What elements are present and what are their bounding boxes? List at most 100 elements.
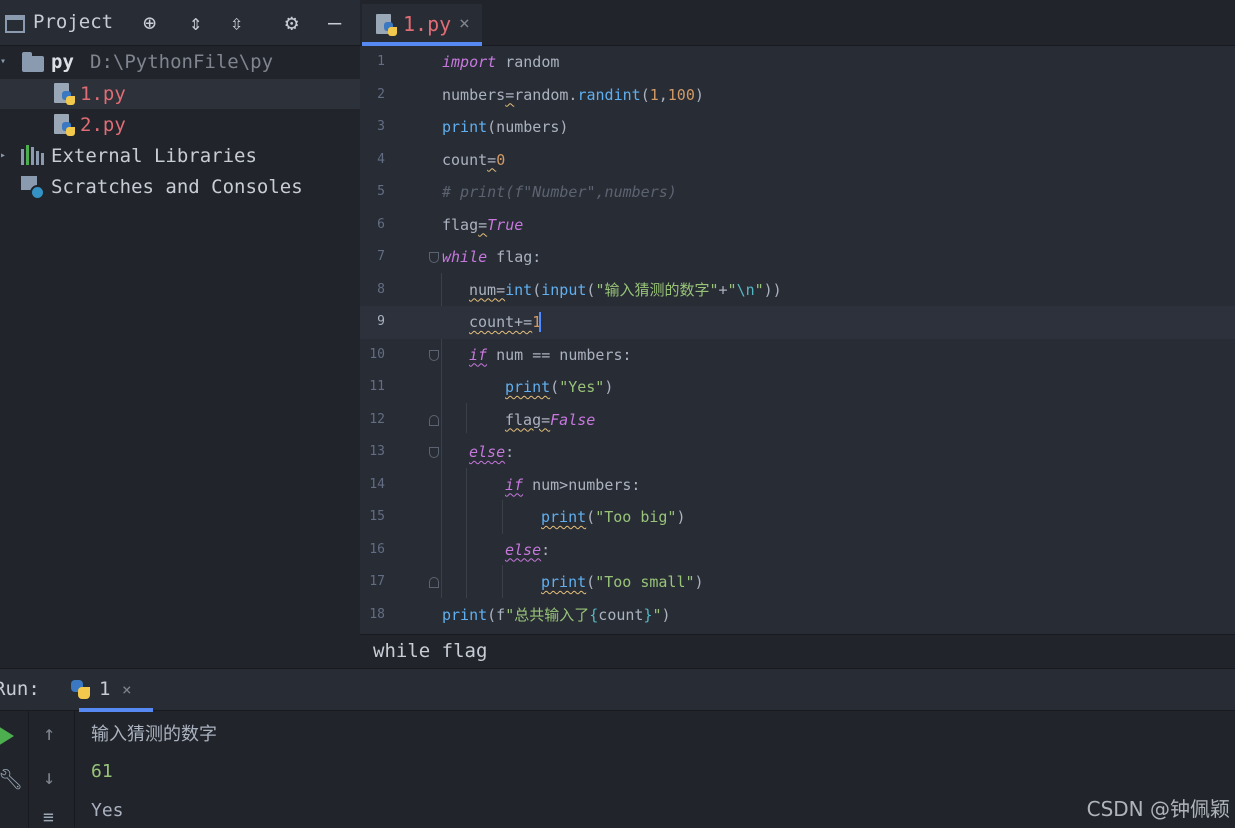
line-number: 8 (377, 281, 385, 297)
code-line[interactable]: 17 print("Too small") (360, 566, 1235, 599)
line-number: 15 (369, 509, 385, 524)
scratches-label: Scratches and Consoles (51, 176, 303, 198)
code-comment: # print(f"Number",numbers) (442, 183, 677, 201)
code-text: num=int(input("输入猜测的数字"+"\n")) (469, 280, 782, 299)
minimize-icon[interactable]: — (328, 11, 341, 37)
run-toolbar-secondary: ↑ ↓ ≡ (29, 711, 75, 828)
code-line[interactable]: 6 flag=True (360, 209, 1235, 242)
tree-item-root-folder[interactable]: ▾ py D:\PythonFile\py (0, 47, 360, 77)
breadcrumb-bar: while flag (360, 634, 1235, 668)
close-icon[interactable]: × (459, 13, 470, 34)
line-number: 7 (377, 249, 385, 264)
scratches-icon (21, 176, 45, 200)
line-number: 1 (377, 54, 385, 69)
fold-end-marker-icon[interactable] (429, 577, 439, 588)
down-arrow-icon[interactable]: ↓ (43, 765, 55, 789)
code-line[interactable]: 1 import random (360, 46, 1235, 79)
run-header: Run: 1 × (0, 669, 1235, 712)
root-folder-name: py (51, 51, 74, 73)
tree-item-external-libraries[interactable]: ▸ External Libraries (0, 141, 360, 171)
run-play-icon[interactable] (0, 726, 14, 746)
code-text: count+=1 (469, 313, 542, 331)
code-text: print("Too big") (541, 508, 686, 526)
code-line[interactable]: 7 while flag: (360, 241, 1235, 274)
breadcrumb[interactable]: while flag (373, 640, 487, 662)
line-number: 3 (377, 119, 385, 134)
code-line[interactable]: 16 else: (360, 534, 1235, 567)
code-line[interactable]: 4 count=0 (360, 144, 1235, 177)
expand-arrow-icon[interactable]: ▾ (0, 47, 6, 77)
line-number: 10 (369, 346, 385, 362)
code-text: print("Yes") (505, 378, 614, 396)
run-tab-label: 1 (99, 678, 111, 700)
project-header: Project ⊕ ⇕ ⇳ ⚙ — (0, 0, 360, 46)
code-line[interactable]: 14 if num>numbers: (360, 469, 1235, 502)
console-line: 输入猜测的数字 (91, 724, 217, 745)
collapse-all-icon[interactable]: ⇳ (230, 11, 243, 37)
code-line[interactable]: 12 flag=False (360, 404, 1235, 437)
python-icon (71, 680, 91, 700)
console-line: Yes (91, 800, 124, 821)
line-number: 9 (377, 314, 385, 329)
code-text: else: (505, 540, 551, 559)
code-line[interactable]: 8 num=int(input("输入猜测的数字"+"\n")) (360, 274, 1235, 307)
line-number: 11 (369, 379, 385, 394)
folder-icon (22, 52, 44, 72)
run-tab-1[interactable]: 1 × (67, 669, 153, 712)
project-window-icon[interactable] (5, 15, 25, 33)
code-line-current[interactable]: 9 count+=1 (360, 306, 1235, 339)
line-number: 18 (369, 606, 385, 622)
soft-wrap-icon[interactable]: ≡ (43, 807, 54, 828)
code-text: flag=True (442, 215, 524, 234)
code-text: print(f"总共输入了{count}") (442, 605, 671, 624)
line-number: 13 (369, 444, 385, 459)
line-number: 17 (369, 574, 385, 589)
editor-tab-bar: 1.py × (360, 0, 1235, 46)
tree-item-file-2[interactable]: 2.py (0, 110, 360, 140)
editor-tab-1-py[interactable]: 1.py × (362, 4, 482, 46)
fold-marker-icon[interactable] (429, 447, 439, 458)
root-folder-path: D:\PythonFile\py (90, 51, 274, 73)
active-run-tab-indicator (79, 708, 153, 712)
project-tool-window: Project ⊕ ⇕ ⇳ ⚙ — ▾ py D:\PythonFile\py … (0, 0, 360, 668)
code-line[interactable]: 10 if num == numbers: (360, 339, 1235, 372)
run-toolbar: 🔧︎ (0, 711, 29, 828)
code-line[interactable]: 11 print("Yes") (360, 371, 1235, 404)
editor-area: 1.py × 1 import random 2 numbers=random.… (360, 0, 1235, 668)
expand-all-icon[interactable]: ⇕ (189, 11, 202, 37)
close-icon[interactable]: × (122, 680, 132, 699)
code-line[interactable]: 5 # print(f"Number",numbers) (360, 176, 1235, 209)
run-tool-window: Run: 1 × 🔧︎ ↑ ↓ ≡ 输入猜测的数字 61 Yes CSDN @钟… (0, 668, 1235, 828)
line-number: 16 (369, 541, 385, 557)
external-libraries-label: External Libraries (51, 145, 257, 167)
code-line[interactable]: 13 else: (360, 436, 1235, 469)
code-editor[interactable]: 1 import random 2 numbers=random.randint… (360, 46, 1235, 634)
tree-item-scratches[interactable]: Scratches and Consoles (0, 172, 360, 202)
code-line[interactable]: 18 print(f"总共输入了{count}") (360, 599, 1235, 632)
tree-item-file-1[interactable]: 1.py (0, 79, 360, 109)
line-number: 2 (377, 86, 385, 102)
code-text: import random (442, 53, 560, 71)
line-number: 4 (377, 151, 385, 167)
code-text: count=0 (442, 150, 506, 169)
code-text: while flag: (442, 248, 542, 266)
python-file-icon (376, 14, 398, 38)
line-number: 14 (369, 476, 385, 492)
gear-icon[interactable]: ⚙ (285, 11, 298, 37)
project-title[interactable]: Project (33, 11, 113, 33)
code-text: print(numbers) (442, 118, 569, 136)
line-number: 6 (377, 216, 385, 232)
fold-end-marker-icon[interactable] (429, 414, 439, 426)
collapsed-arrow-icon[interactable]: ▸ (0, 141, 6, 171)
file-name: 2.py (80, 114, 126, 136)
fold-marker-icon[interactable] (429, 349, 439, 361)
wrench-icon[interactable]: 🔧︎ (0, 767, 23, 791)
fold-marker-icon[interactable] (429, 252, 439, 263)
run-label: Run: (0, 678, 40, 700)
locate-icon[interactable]: ⊕ (143, 11, 156, 37)
code-line[interactable]: 15 print("Too big") (360, 501, 1235, 534)
code-text: print("Too small") (541, 573, 704, 591)
up-arrow-icon[interactable]: ↑ (43, 721, 55, 745)
code-line[interactable]: 2 numbers=random.randint(1,100) (360, 79, 1235, 112)
code-line[interactable]: 3 print(numbers) (360, 111, 1235, 144)
